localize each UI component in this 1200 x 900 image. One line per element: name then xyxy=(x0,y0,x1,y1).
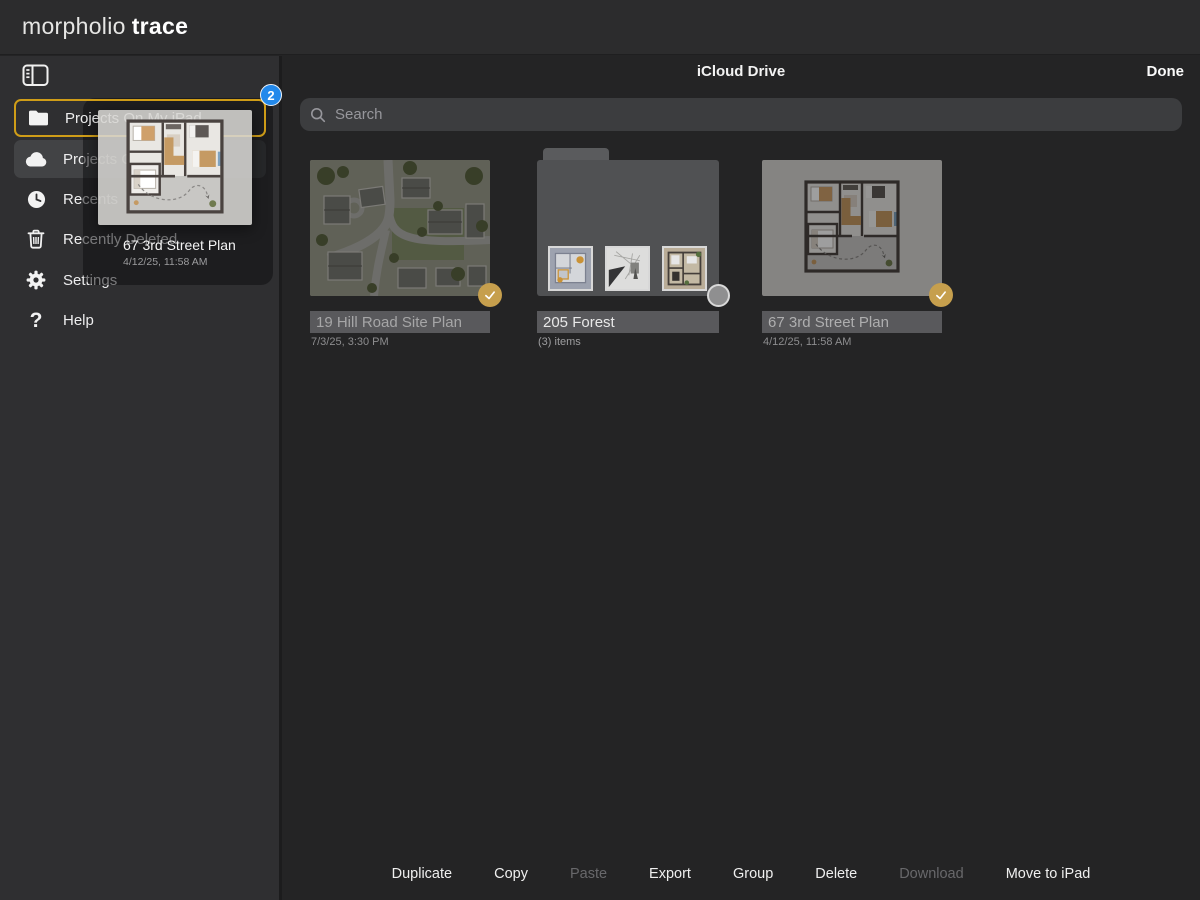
app-window: morpholiotrace Projects On My iPad Proje… xyxy=(0,0,1200,900)
download-button: Download xyxy=(899,866,964,882)
file-title: 19 Hill Road Site Plan xyxy=(310,311,490,333)
drag-preview-card[interactable] xyxy=(98,110,252,225)
brand-trace: trace xyxy=(132,13,188,39)
search-input[interactable] xyxy=(333,105,1172,124)
file-thumbnail-67-3rd-street[interactable] xyxy=(762,160,942,296)
file-date: 4/12/25, 11:58 AM xyxy=(763,336,851,348)
top-brand-bar: morpholiotrace xyxy=(0,0,1200,55)
floor-plan-art xyxy=(111,117,239,219)
paste-button: Paste xyxy=(570,866,607,882)
file-thumbnail-19-hill-road[interactable] xyxy=(310,160,490,296)
unselected-circle[interactable] xyxy=(707,284,730,307)
selected-checkmark[interactable] xyxy=(478,283,502,307)
file-title-text: 67 3rd Street Plan xyxy=(768,314,889,331)
group-button[interactable]: Group xyxy=(733,866,773,882)
page-title: iCloud Drive xyxy=(282,63,1200,80)
file-date: 7/3/25, 3:30 PM xyxy=(311,336,389,348)
file-title: 67 3rd Street Plan xyxy=(762,311,942,333)
sidebar-item-help[interactable]: ? Help xyxy=(14,301,266,339)
trash-icon xyxy=(23,229,49,249)
cloud-icon xyxy=(23,151,49,168)
clock-icon xyxy=(23,190,49,209)
search-bar[interactable] xyxy=(300,98,1182,131)
app-logo: morpholiotrace xyxy=(22,13,188,40)
duplicate-button[interactable]: Duplicate xyxy=(392,866,452,882)
sidebar-toggle-icon[interactable] xyxy=(22,63,49,88)
magnifier-icon xyxy=(310,107,326,123)
folder-icon xyxy=(25,109,51,127)
file-title-text: 205 Forest xyxy=(543,314,615,331)
drag-preview-title: 67 3rd Street Plan xyxy=(123,237,236,253)
gear-icon xyxy=(23,270,49,290)
site-plan-art xyxy=(310,160,490,296)
folder-item-count: (3) items xyxy=(538,336,581,348)
file-title-text: 19 Hill Road Site Plan xyxy=(316,314,462,331)
copy-button[interactable]: Copy xyxy=(494,866,528,882)
done-button[interactable]: Done xyxy=(1147,63,1185,80)
file-title: 205 Forest xyxy=(537,311,719,333)
bottom-toolbar: Duplicate Copy Paste Export Group Delete… xyxy=(282,866,1200,882)
drag-preview-date: 4/12/25, 11:58 AM xyxy=(123,256,207,268)
export-button[interactable]: Export xyxy=(649,866,691,882)
folder-preview-strip xyxy=(548,246,707,291)
folder-thumbnail-205-forest[interactable] xyxy=(537,160,719,296)
folder-preview-3 xyxy=(662,246,707,291)
question-icon: ? xyxy=(23,310,49,331)
brand-morpholio: morpholio xyxy=(22,13,126,39)
drag-count-badge: 2 xyxy=(260,84,282,106)
delete-button[interactable]: Delete xyxy=(815,866,857,882)
sidebar-item-label: Help xyxy=(63,312,94,329)
selected-checkmark[interactable] xyxy=(929,283,953,307)
folder-preview-2 xyxy=(605,246,650,291)
move-to-ipad-button[interactable]: Move to iPad xyxy=(1006,866,1091,882)
folder-preview-1 xyxy=(548,246,593,291)
floor-plan-art xyxy=(789,178,915,278)
